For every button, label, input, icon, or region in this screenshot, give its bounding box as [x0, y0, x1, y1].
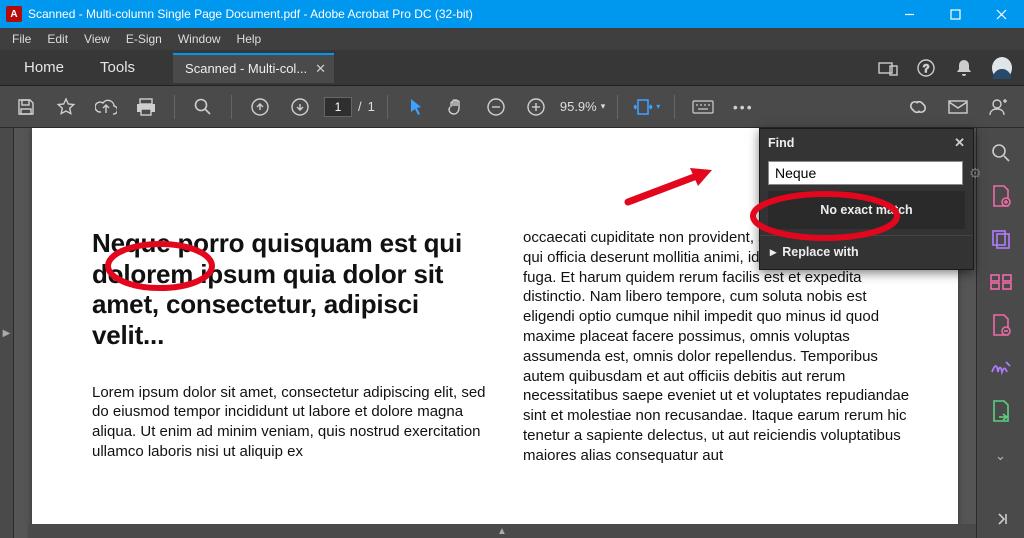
window-title: Scanned - Multi-column Single Page Docum…: [28, 7, 473, 21]
document-heading: Neque porro quisquam est qui dolorem ips…: [92, 228, 487, 351]
export-pdf-icon[interactable]: [989, 399, 1013, 422]
find-input[interactable]: [768, 161, 963, 185]
right-tools-rail: ⌄: [976, 128, 1024, 538]
menu-help[interactable]: Help: [231, 30, 268, 48]
zoom-in-icon[interactable]: [520, 91, 552, 123]
find-icon[interactable]: [187, 91, 219, 123]
print-icon[interactable]: [130, 91, 162, 123]
gear-icon[interactable]: ⚙: [969, 165, 982, 182]
expand-tools-icon[interactable]: ⌄: [989, 444, 1013, 467]
bottom-panel-toggle[interactable]: ▲: [28, 524, 976, 538]
organize-pages-icon[interactable]: [989, 271, 1013, 294]
app-tab-row: Home Tools Scanned - Multi-col... ✕ ?: [0, 50, 1024, 86]
zoom-out-icon[interactable]: [480, 91, 512, 123]
page-sep: /: [358, 99, 362, 114]
toolbar-separator: [231, 95, 232, 119]
fit-width-icon[interactable]: ▾: [630, 91, 662, 123]
next-page-icon[interactable]: [284, 91, 316, 123]
chevron-down-icon: ▾: [601, 101, 606, 112]
document-tab[interactable]: Scanned - Multi-col... ✕: [173, 53, 334, 83]
selection-tool-icon[interactable]: [400, 91, 432, 123]
share-people-icon[interactable]: [982, 91, 1014, 123]
close-icon[interactable]: ✕: [954, 135, 965, 151]
create-pdf-icon[interactable]: [989, 185, 1013, 208]
svg-text:?: ?: [923, 63, 929, 75]
minimize-button[interactable]: [886, 0, 932, 28]
document-column-1: Neque porro quisquam est qui dolorem ips…: [92, 228, 487, 476]
save-icon[interactable]: [10, 91, 42, 123]
close-button[interactable]: [978, 0, 1024, 28]
menu-edit[interactable]: Edit: [41, 30, 74, 48]
keyboard-icon[interactable]: [687, 91, 719, 123]
search-right-icon[interactable]: [989, 142, 1013, 165]
sign-icon[interactable]: [989, 356, 1013, 379]
toolbar-separator: [387, 95, 388, 119]
zoom-level[interactable]: 95.9% ▾: [560, 99, 605, 114]
chevron-right-icon: ▸: [770, 244, 776, 259]
email-icon[interactable]: [942, 91, 974, 123]
adobe-acrobat-icon: A: [6, 6, 22, 22]
window-controls: [886, 0, 1024, 28]
toolbar-separator: [174, 95, 175, 119]
page-total: 1: [368, 99, 375, 114]
cloud-upload-icon[interactable]: [90, 91, 122, 123]
find-panel-title: Find: [768, 136, 794, 150]
find-panel: Find ✕ ⚙ No exact match ▸ Replace with: [759, 128, 974, 270]
replace-with-label: Replace with: [782, 245, 858, 259]
page-indicator: 1 / 1: [324, 97, 375, 117]
edit-pdf-icon[interactable]: [989, 314, 1013, 337]
menu-bar: File Edit View E-Sign Window Help: [0, 28, 1024, 50]
menu-esign[interactable]: E-Sign: [120, 30, 168, 48]
toolbar-separator: [617, 95, 618, 119]
home-tab[interactable]: Home: [6, 53, 82, 82]
tools-tab[interactable]: Tools: [82, 53, 153, 82]
header-right-icons: ?: [878, 58, 1018, 78]
star-icon[interactable]: [50, 91, 82, 123]
link-share-icon[interactable]: [902, 91, 934, 123]
menu-view[interactable]: View: [78, 30, 116, 48]
hand-tool-icon[interactable]: [440, 91, 472, 123]
notifications-icon[interactable]: [954, 58, 974, 78]
find-result-message: No exact match: [768, 191, 965, 229]
document-tab-label: Scanned - Multi-col...: [185, 61, 307, 76]
more-tools-icon[interactable]: •••: [727, 91, 759, 123]
replace-with-toggle[interactable]: ▸ Replace with: [760, 235, 973, 269]
combine-files-icon[interactable]: [989, 228, 1013, 251]
maximize-button[interactable]: [932, 0, 978, 28]
collapse-rail-icon[interactable]: [989, 507, 1013, 530]
left-panel-toggle[interactable]: ▶: [0, 128, 14, 538]
prev-page-icon[interactable]: [244, 91, 276, 123]
document-paragraph: Lorem ipsum dolor sit amet, consectetur …: [92, 383, 487, 462]
menu-file[interactable]: File: [6, 30, 37, 48]
find-panel-header: Find ✕: [760, 129, 973, 157]
toolbar: 1 / 1 95.9% ▾ ▾ •••: [0, 86, 1024, 128]
menu-window[interactable]: Window: [172, 30, 227, 48]
help-icon[interactable]: ?: [916, 58, 936, 78]
close-tab-icon[interactable]: ✕: [315, 61, 326, 77]
share-devices-icon[interactable]: [878, 58, 898, 78]
page-current-input[interactable]: 1: [324, 97, 352, 117]
avatar[interactable]: [992, 58, 1012, 78]
title-bar: A Scanned - Multi-column Single Page Doc…: [0, 0, 1024, 28]
toolbar-separator: [674, 95, 675, 119]
